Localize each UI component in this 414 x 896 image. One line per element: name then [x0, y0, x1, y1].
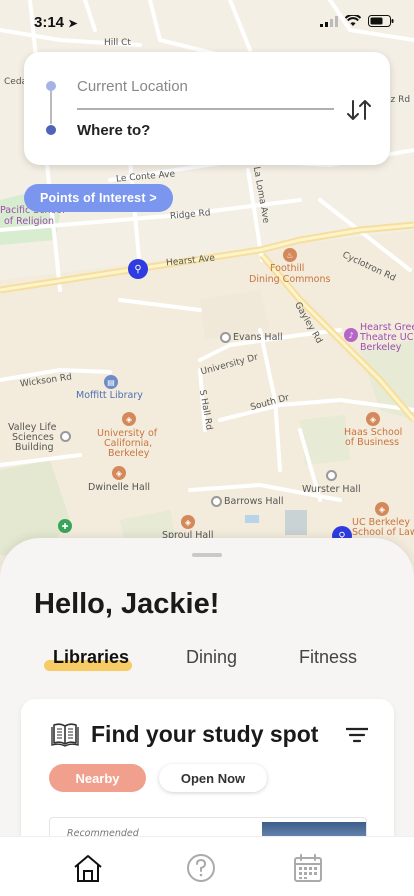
- nav-home[interactable]: [72, 851, 104, 885]
- place-label-law-2: School of Law: [352, 527, 414, 538]
- greeting-title: Hello, Jackie!: [34, 588, 220, 620]
- landmark-icon[interactable]: ◈: [366, 412, 380, 426]
- tab-fitness[interactable]: Fitness: [299, 647, 357, 668]
- open-now-chip[interactable]: Open Now: [159, 764, 267, 792]
- place-label-dwinelle: Dwinelle Hall: [88, 482, 150, 493]
- wifi-icon: [345, 15, 361, 26]
- place-label-moffitt: Moffitt Library: [76, 390, 143, 401]
- library-icon[interactable]: ▤: [104, 375, 118, 389]
- place-label-ucb-3: Berkeley: [108, 448, 150, 459]
- place-label-haas-2: of Business: [345, 437, 400, 448]
- bike-share-icon[interactable]: ⚲: [128, 259, 148, 279]
- route-search-card: Current Location Where to?: [24, 52, 390, 165]
- landmark-icon[interactable]: ◈: [122, 412, 136, 426]
- building-icon[interactable]: [211, 496, 222, 507]
- tab-libraries[interactable]: Libraries: [53, 647, 129, 668]
- home-icon: [74, 855, 102, 882]
- signal-icon: [320, 15, 338, 27]
- swap-direction-icon[interactable]: [344, 97, 374, 123]
- building-icon[interactable]: [220, 332, 231, 343]
- study-spot-title: Find your study spot: [91, 721, 319, 747]
- place-label-valley-3: Building: [15, 442, 54, 453]
- status-time: 3:14 ➤: [34, 14, 77, 31]
- status-icons: [320, 15, 394, 27]
- landmark-icon[interactable]: ◈: [112, 466, 126, 480]
- nav-help[interactable]: [185, 851, 217, 885]
- sheet-drag-handle[interactable]: [192, 553, 222, 557]
- landmark-icon[interactable]: ◈: [375, 502, 389, 516]
- place-label-hearst-greek-3: Berkeley: [360, 342, 402, 353]
- place-label-foothill-2: Dining Commons: [249, 274, 331, 285]
- dining-icon[interactable]: ♨: [283, 248, 297, 262]
- nav-calendar[interactable]: [292, 851, 324, 885]
- destination-input[interactable]: Where to?: [77, 122, 150, 139]
- origin-input[interactable]: Current Location: [77, 78, 188, 95]
- tab-dining[interactable]: Dining: [186, 647, 237, 668]
- calendar-icon: [294, 854, 322, 882]
- status-bar: 3:14 ➤: [0, 0, 414, 44]
- place-label-foothill: Foothill: [270, 263, 305, 274]
- status-time-text: 3:14: [34, 14, 65, 31]
- landmark-icon[interactable]: ◈: [181, 515, 195, 529]
- place-label-evans: Evans Hall: [233, 332, 283, 343]
- book-icon: [51, 723, 79, 747]
- filter-icon[interactable]: [346, 727, 368, 743]
- place-label-barrows: Barrows Hall: [224, 496, 284, 507]
- theatre-icon[interactable]: ♪: [344, 328, 358, 342]
- nearby-chip[interactable]: Nearby: [49, 764, 146, 792]
- place-label-wurster: Wurster Hall: [302, 484, 361, 495]
- park-icon[interactable]: ✚: [58, 519, 72, 533]
- bottom-nav-bar: [0, 836, 414, 896]
- points-of-interest-button[interactable]: Points of Interest >: [24, 184, 173, 212]
- building-icon[interactable]: [60, 431, 71, 442]
- destination-dot-icon: [46, 125, 56, 135]
- help-icon: [187, 854, 215, 882]
- route-connector: [50, 91, 52, 124]
- building-icon[interactable]: [326, 470, 337, 481]
- place-label-religion: of Religion: [4, 216, 54, 227]
- origin-dot-icon: [46, 81, 56, 91]
- route-divider: [77, 108, 334, 110]
- battery-icon: [368, 15, 394, 27]
- study-spot-card: Find your study spot Nearby Open Now Rec…: [21, 699, 394, 857]
- location-arrow-icon: ➤: [68, 18, 78, 30]
